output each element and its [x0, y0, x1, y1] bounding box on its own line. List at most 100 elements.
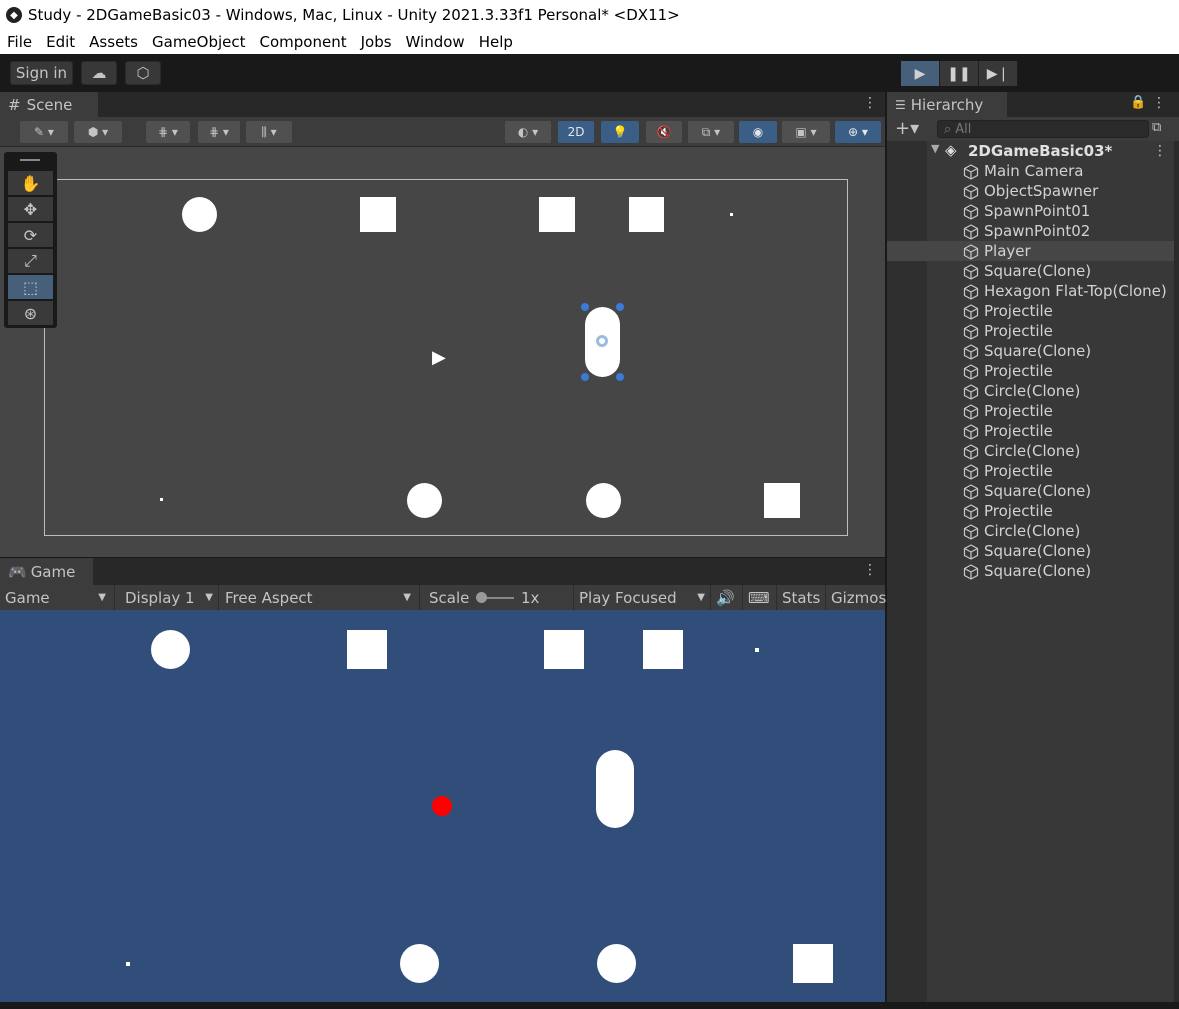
gizmos-button[interactable]: Gizmos: [826, 585, 886, 610]
hierarchy-item-label: Circle(Clone): [984, 522, 1081, 540]
scene-view[interactable]: ▶ ✋ ✥ ⟳ ⤢ ⬚ ⊛: [0, 147, 885, 557]
game-square: [643, 630, 683, 669]
transform-tool-icon[interactable]: ⊛: [8, 301, 53, 325]
hierarchy-item[interactable]: Circle(Clone): [887, 381, 1174, 401]
collab-icon[interactable]: ⬡: [125, 61, 161, 85]
hierarchy-item[interactable]: Projectile: [887, 321, 1174, 341]
stats-button[interactable]: Stats: [777, 585, 826, 610]
scale-slider-handle[interactable]: [476, 592, 487, 603]
menu-component[interactable]: Component: [253, 33, 354, 51]
hierarchy-item[interactable]: Projectile: [887, 401, 1174, 421]
menu-gameobject[interactable]: GameObject: [145, 33, 253, 51]
step-icon[interactable]: ▶❘: [979, 61, 1018, 86]
hierarchy-item-label: Hexagon Flat-Top(Clone): [984, 282, 1167, 300]
hierarchy-menu-icon[interactable]: ⋮: [1152, 95, 1166, 111]
hierarchy-item[interactable]: SpawnPoint01: [887, 201, 1174, 221]
hierarchy-item[interactable]: ObjectSpawner: [887, 181, 1174, 201]
scene-square[interactable]: [629, 197, 664, 232]
move-tool-icon[interactable]: ✥: [8, 197, 53, 221]
hierarchy-item[interactable]: Square(Clone): [887, 341, 1174, 361]
hierarchy-item[interactable]: Main Camera: [887, 161, 1174, 181]
scene-menu-icon[interactable]: ⋮: [863, 95, 877, 111]
hierarchy-item[interactable]: Projectile: [887, 421, 1174, 441]
grid-snap-icon[interactable]: ⋕ ▾: [146, 121, 190, 143]
hierarchy-search-input[interactable]: ⌕ All: [937, 120, 1149, 138]
hierarchy-scrollbar[interactable]: [1174, 141, 1179, 1002]
hierarchy-item[interactable]: Circle(Clone): [887, 521, 1174, 541]
menu-file[interactable]: File: [0, 33, 39, 51]
hierarchy-item[interactable]: Square(Clone): [887, 481, 1174, 501]
hierarchy-item[interactable]: Square(Clone): [887, 541, 1174, 561]
hierarchy-item-label: Square(Clone): [984, 342, 1092, 360]
selection-handle[interactable]: [581, 303, 589, 311]
hierarchy-item[interactable]: Square(Clone): [887, 561, 1174, 581]
game-view[interactable]: [0, 610, 885, 1002]
menu-help[interactable]: Help: [472, 33, 520, 51]
scene-circle[interactable]: [182, 197, 217, 232]
selection-handle[interactable]: [616, 373, 624, 381]
gizmos-icon[interactable]: ⊕ ▾: [835, 121, 881, 143]
display-dropdown[interactable]: Display 1 ▼: [120, 585, 219, 610]
hand-tool-icon[interactable]: ✋: [8, 171, 53, 195]
hidden-objects-icon[interactable]: ◉: [739, 121, 777, 143]
hierarchy-item[interactable]: Circle(Clone): [887, 441, 1174, 461]
tab-scene[interactable]: # Scene: [0, 92, 98, 117]
pause-icon[interactable]: ❚❚: [940, 61, 979, 86]
render-mode-icon[interactable]: ⬢ ▾: [74, 121, 122, 143]
hierarchy-item[interactable]: Square(Clone): [887, 261, 1174, 281]
lock-icon[interactable]: 🔒: [1130, 95, 1146, 110]
rect-tool-icon[interactable]: ⬚: [8, 275, 53, 299]
audio-mute-icon[interactable]: 🔇: [646, 121, 682, 143]
audio-icon[interactable]: 🔊: [711, 585, 743, 610]
hierarchy-item[interactable]: Projectile: [887, 361, 1174, 381]
rotate-tool-icon[interactable]: ⟳: [8, 223, 53, 247]
scene-root-menu-icon[interactable]: ⋮: [1153, 143, 1167, 159]
tab-hierarchy[interactable]: ☰ Hierarchy: [887, 92, 1007, 117]
scene-circle[interactable]: [407, 483, 442, 518]
game-menu-icon[interactable]: ⋮: [863, 562, 877, 578]
menu-edit[interactable]: Edit: [39, 33, 82, 51]
menu-assets[interactable]: Assets: [82, 33, 145, 51]
aspect-dropdown[interactable]: Free Aspect ▼: [220, 585, 420, 610]
scale-tool-icon[interactable]: ⤢: [8, 249, 53, 273]
scene-square[interactable]: [360, 197, 396, 232]
lighting-icon[interactable]: 💡: [601, 121, 639, 143]
expand-arrow-icon[interactable]: ▼: [931, 142, 939, 155]
view-select-dropdown[interactable]: Game ▼: [0, 585, 115, 610]
hierarchy-item[interactable]: Projectile: [887, 301, 1174, 321]
play-icon[interactable]: ▶: [901, 61, 940, 86]
search-options-icon[interactable]: ⧉: [1152, 120, 1161, 135]
hierarchy-item[interactable]: SpawnPoint02: [887, 221, 1174, 241]
sign-in-button[interactable]: Sign in: [10, 61, 73, 85]
ruler-icon[interactable]: ⫼ ▾: [246, 121, 292, 143]
hierarchy-item[interactable]: Projectile: [887, 461, 1174, 481]
menu-window[interactable]: Window: [399, 33, 472, 51]
cloud-icon[interactable]: ☁: [81, 61, 117, 85]
selection-handle[interactable]: [616, 303, 624, 311]
hierarchy-scene-root[interactable]: ▼ ◈ 2DGameBasic03* ⋮: [887, 141, 1174, 161]
draw-mode-icon[interactable]: ✎ ▾: [20, 121, 68, 143]
scene-square[interactable]: [764, 483, 800, 518]
add-icon[interactable]: +▾: [895, 118, 919, 139]
scene-projectile[interactable]: [730, 213, 733, 216]
menu-jobs[interactable]: Jobs: [354, 33, 399, 51]
keyboard-icon[interactable]: ⌨: [743, 585, 777, 610]
hierarchy-item[interactable]: Player: [887, 241, 1174, 261]
play-mode-dropdown[interactable]: Play Focused ▼: [574, 585, 711, 610]
scene-square[interactable]: [539, 197, 575, 232]
scene-projectile[interactable]: [160, 498, 163, 501]
increment-snap-icon[interactable]: ⋕ ▾: [198, 121, 240, 143]
orientation-icon[interactable]: ◐ ▾: [505, 121, 551, 143]
camera-gizmo-icon[interactable]: ▶: [432, 347, 462, 369]
toggle-2d-button[interactable]: 2D: [558, 121, 594, 143]
effects-icon[interactable]: ⧉ ▾: [688, 121, 734, 143]
scene-circle[interactable]: [586, 483, 621, 518]
hierarchy-item-label: Projectile: [984, 422, 1053, 440]
camera-icon[interactable]: ▣ ▾: [782, 121, 830, 143]
selection-handle[interactable]: [581, 373, 589, 381]
pivot-icon[interactable]: [596, 335, 608, 347]
hierarchy-item[interactable]: Hexagon Flat-Top(Clone): [887, 281, 1174, 301]
tab-game[interactable]: 🎮 Game: [0, 558, 93, 585]
hierarchy-panel[interactable]: ▼ ◈ 2DGameBasic03* ⋮ Main Camera ObjectSp…: [887, 141, 1174, 1002]
hierarchy-item[interactable]: Projectile: [887, 501, 1174, 521]
